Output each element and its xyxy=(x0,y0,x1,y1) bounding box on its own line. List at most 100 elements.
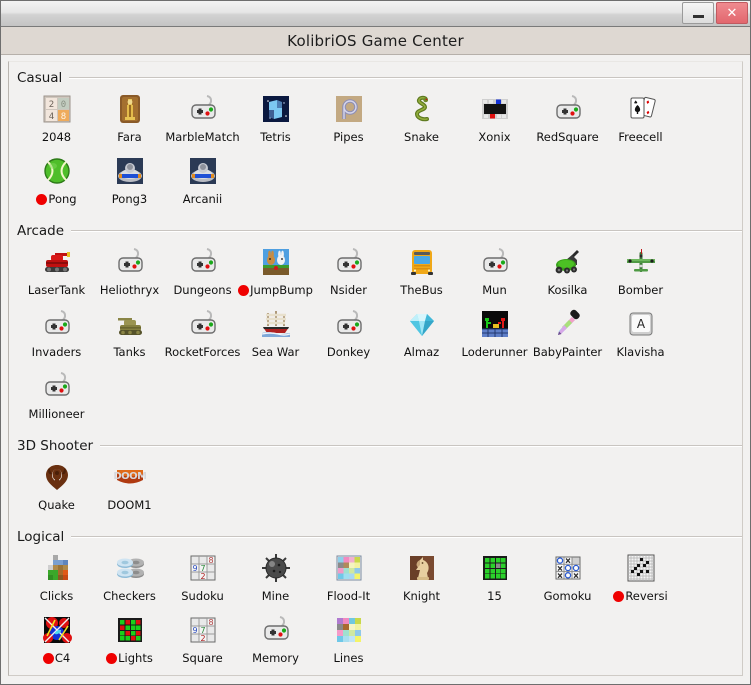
game-tile[interactable]: Square xyxy=(166,612,239,674)
lines-icon xyxy=(333,614,365,646)
game-name: Mine xyxy=(261,589,290,603)
title-bar[interactable]: ✕ xyxy=(1,1,750,27)
game-tile[interactable]: Gomoku xyxy=(531,550,604,612)
game-tile[interactable]: Dungeons xyxy=(166,244,239,306)
section-header: 3D Shooter xyxy=(9,437,742,455)
game-tile[interactable]: Millioneer xyxy=(20,368,93,430)
game-tile[interactable]: Invaders xyxy=(20,306,93,368)
game-label: Quake xyxy=(38,498,75,512)
section-title: Logical xyxy=(17,529,65,545)
game-tile[interactable]: JumpBump xyxy=(238,244,313,306)
running-indicator-icon xyxy=(36,193,48,205)
section-casual: Casual 2048 Fara MarbleMatch Tetris Pipes Snak… xyxy=(9,69,742,215)
game-tile[interactable]: TheBus xyxy=(385,244,458,306)
game-grid: Quake DOOM1 xyxy=(9,455,742,521)
game-tile[interactable]: DOOM1 xyxy=(93,459,166,521)
game-tile[interactable]: Mun xyxy=(458,244,531,306)
game-tile[interactable]: Sea War xyxy=(239,306,312,368)
game-label: Tetris xyxy=(260,130,291,144)
game-name: Dungeons xyxy=(173,283,232,297)
game-label: Sea War xyxy=(252,345,300,359)
game-tile[interactable]: Kosilka xyxy=(531,244,604,306)
game-name: Mun xyxy=(482,283,507,297)
game-tile[interactable]: Lights xyxy=(93,612,166,674)
xonix-icon xyxy=(479,93,511,125)
game-tile[interactable]: Pong3 xyxy=(93,153,166,215)
game-name: RedSquare xyxy=(536,130,599,144)
game-tile[interactable]: C4 xyxy=(20,612,93,674)
game-name: Quake xyxy=(38,498,75,512)
game-tile[interactable]: Loderunner xyxy=(458,306,531,368)
gamepad-icon xyxy=(552,93,584,125)
game-tile[interactable]: Pipes xyxy=(312,91,385,153)
section-header: Logical xyxy=(9,528,742,546)
game-label: Gomoku xyxy=(544,589,592,603)
game-tile[interactable]: Heliothryx xyxy=(93,244,166,306)
game-tile[interactable]: Snake xyxy=(385,91,458,153)
game-name: Pipes xyxy=(333,130,364,144)
game-tile[interactable]: Tetris xyxy=(239,91,312,153)
game-tile[interactable]: MarbleMatch xyxy=(165,91,240,153)
game-tile[interactable]: Arcanii xyxy=(166,153,239,215)
game-name: Klavisha xyxy=(616,345,665,359)
ship-icon xyxy=(260,308,292,340)
game-label: Pong3 xyxy=(112,192,147,206)
loderunner-icon xyxy=(479,308,511,340)
section-title: Casual xyxy=(17,70,63,86)
game-name: Freecell xyxy=(618,130,663,144)
game-tile[interactable]: Clicks xyxy=(20,550,93,612)
tennisball-icon xyxy=(41,155,73,187)
game-tile[interactable]: Sudoku xyxy=(166,550,239,612)
game-tile[interactable]: LaserTank xyxy=(20,244,93,306)
keycap-a-icon xyxy=(625,308,657,340)
game-label: Almaz xyxy=(404,345,439,359)
game-tile[interactable]: Memory xyxy=(239,612,312,674)
game-tile[interactable]: Checkers xyxy=(93,550,166,612)
section-divider xyxy=(71,230,742,232)
game-tile[interactable]: Fara xyxy=(93,91,166,153)
game-tile[interactable]: Donkey xyxy=(312,306,385,368)
running-indicator-icon xyxy=(42,652,54,664)
game-label: BabyPainter xyxy=(533,345,602,359)
game-tile[interactable]: Lines xyxy=(312,612,385,674)
gamepad-icon xyxy=(41,370,73,402)
section-3d-shooter: 3D Shooter Quake DOOM1 xyxy=(9,437,742,521)
knight-icon xyxy=(406,552,438,584)
game-tile[interactable]: Almaz xyxy=(385,306,458,368)
game-label: Lines xyxy=(334,651,364,665)
game-name: Clicks xyxy=(39,589,74,603)
game-tile[interactable]: Bomber xyxy=(604,244,677,306)
game-label: Millioneer xyxy=(29,407,85,421)
game-tile[interactable]: Flood-It xyxy=(312,550,385,612)
gamepad-icon xyxy=(479,246,511,278)
pipes-icon xyxy=(333,93,365,125)
close-button[interactable]: ✕ xyxy=(716,2,748,24)
minimize-button[interactable] xyxy=(682,2,714,24)
game-tile[interactable]: 15 xyxy=(458,550,531,612)
game-tile[interactable]: Mine xyxy=(239,550,312,612)
game-name: Fara xyxy=(117,130,142,144)
game-name: TheBus xyxy=(400,283,443,297)
c4-icon xyxy=(41,614,73,646)
game-tile[interactable]: Tanks xyxy=(93,306,166,368)
game-label: Freecell xyxy=(618,130,662,144)
minimize-icon xyxy=(692,15,704,18)
game-name: 2048 xyxy=(41,130,72,144)
game-tile[interactable]: 2048 xyxy=(20,91,93,153)
game-tile[interactable]: RedSquare xyxy=(531,91,604,153)
game-label: Invaders xyxy=(32,345,82,359)
game-name: Flood-It xyxy=(326,589,371,603)
game-tile[interactable]: Pong xyxy=(20,153,93,215)
game-tile[interactable]: BabyPainter xyxy=(531,306,604,368)
game-tile[interactable]: Knight xyxy=(385,550,458,612)
section-logical: Logical Clicks Checkers Sudoku Mine Flood-It K… xyxy=(9,528,742,674)
game-name: Xonix xyxy=(478,130,511,144)
game-tile[interactable]: Nsider xyxy=(312,244,385,306)
game-tile[interactable]: Quake xyxy=(20,459,93,521)
game-tile[interactable]: Reversi xyxy=(604,550,677,612)
game-tile[interactable]: Klavisha xyxy=(604,306,677,368)
game-tile[interactable]: RocketForces xyxy=(165,306,240,368)
game-tile[interactable]: Xonix xyxy=(458,91,531,153)
game-tile[interactable]: Freecell xyxy=(604,91,677,153)
game-name: Tanks xyxy=(113,345,146,359)
